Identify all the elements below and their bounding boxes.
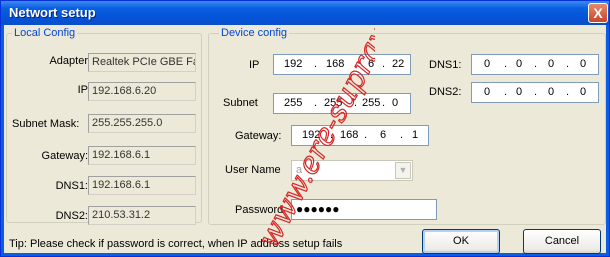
local-subnet-value: 255.255.255.0 [88,114,196,133]
dns2-octet-2[interactable]: 0 [516,86,522,98]
device-gateway-label: Gateway: [235,130,282,142]
dns2-label: DNS2: [429,86,462,98]
local-config-legend: Local Config [12,27,78,39]
local-gateway-value: 192.168.6.1 [88,146,196,165]
username-select[interactable]: a ▼ [291,160,413,181]
chevron-down-icon[interactable]: ▼ [395,162,411,179]
device-subnet-label: Subnet [223,97,258,109]
local-dns2-value: 210.53.31.2 [88,206,196,225]
local-ip-value: 192.168.6.20 [88,82,196,101]
local-dns1-label: DNS1: [55,180,88,192]
local-config-group: Local Config Adapter Realtek PCIe GBE Fa… [6,27,202,225]
password-label: Password [235,204,284,216]
device-config-legend: Device config [219,27,290,39]
cancel-button[interactable]: Cancel [523,229,601,254]
local-dns1-value: 192.168.6.1 [88,176,196,195]
subnet-octet-1[interactable]: 255 [284,97,302,109]
gateway-octet-4[interactable]: 1 [412,129,418,141]
ip-octet-2[interactable]: 168 [326,58,344,70]
username-label: User Name [225,164,281,176]
ip-octet-4[interactable]: 22 [392,58,404,70]
username-value: a [296,164,303,176]
dns2-field[interactable]: 0 . 0 . 0 . 0 [471,82,599,103]
dns1-octet-1[interactable]: 0 [484,58,490,70]
tip-text: Tip: Please check if password is correct… [9,238,343,250]
gateway-octet-3[interactable]: 6 [380,129,386,141]
ip-octet-1[interactable]: 192 [284,58,302,70]
ok-button[interactable]: OK [422,229,500,254]
close-button[interactable]: X [588,3,608,23]
device-ip-label: IP [249,59,260,71]
device-subnet-field[interactable]: 255 . 255 . 255 . 0 [273,93,411,114]
password-field[interactable]: ●●●●●● [291,199,437,220]
dns1-field[interactable]: 0 . 0 . 0 . 0 [471,54,599,75]
dns1-octet-3[interactable]: 0 [548,58,554,70]
gateway-octet-1[interactable]: 192 [302,129,320,141]
subnet-octet-4[interactable]: 0 [392,97,398,109]
dns2-octet-1[interactable]: 0 [484,86,490,98]
local-subnet-label: Subnet Mask: [12,118,80,130]
subnet-octet-3[interactable]: 255 [362,97,380,109]
gateway-octet-2[interactable]: 168 [340,129,358,141]
device-config-group: Device config IP 192 . 168 . 6 . 22 Subn… [208,27,606,225]
dialog-client: Local Config Adapter Realtek PCIe GBE Fa… [4,25,606,254]
dns1-label: DNS1: [429,59,462,71]
adapter-value: Realtek PCIe GBE Fan [88,53,196,72]
adapter-label: Adapter [49,55,88,67]
dns1-octet-4[interactable]: 0 [580,58,586,70]
device-gateway-field[interactable]: 192 . 168 . 6 . 1 [291,125,429,146]
subnet-octet-2[interactable]: 255 [324,97,342,109]
local-dns2-label: DNS2: [55,210,88,222]
ip-octet-3[interactable]: 6 [368,58,374,70]
dns1-octet-2[interactable]: 0 [516,58,522,70]
title-bar[interactable]: Networt setup X [1,1,609,25]
dns2-octet-4[interactable]: 0 [580,86,586,98]
device-ip-field[interactable]: 192 . 168 . 6 . 22 [273,54,411,75]
local-gateway-label: Gateway: [41,150,88,162]
window-title: Networt setup [9,5,96,20]
local-ip-label: IP [77,84,88,96]
dialog-window: Networt setup X Local Config Adapter Rea… [0,0,610,257]
dns2-octet-3[interactable]: 0 [548,86,554,98]
